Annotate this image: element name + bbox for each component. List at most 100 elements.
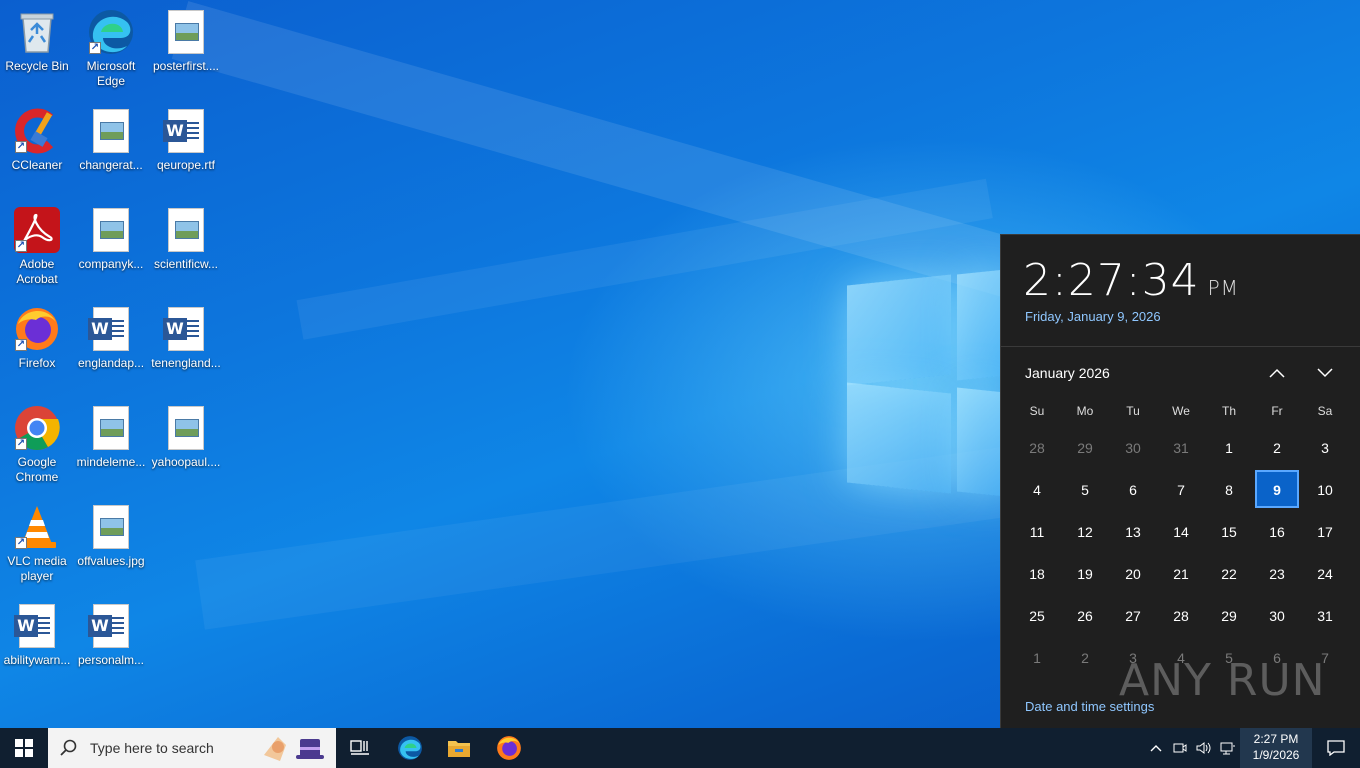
calendar-day[interactable]: 29 xyxy=(1205,595,1253,637)
previous-month-button[interactable] xyxy=(1263,359,1291,387)
desktop-icon-personalm[interactable]: W personalm... xyxy=(74,598,148,690)
date-time-settings-link[interactable]: Date and time settings xyxy=(1025,699,1154,714)
calendar-day-number: 1 xyxy=(1033,650,1041,666)
desktop-icon-mindeleme[interactable]: mindeleme... xyxy=(74,400,148,492)
calendar-day[interactable]: 7 xyxy=(1157,469,1205,511)
calendar-day[interactable]: 22 xyxy=(1205,553,1253,595)
desktop-icon-tenengland[interactable]: W tenengland... xyxy=(149,301,223,393)
taskbar-firefox-button[interactable] xyxy=(485,728,533,768)
calendar-day[interactable]: 13 xyxy=(1109,511,1157,553)
icon-label: englandap... xyxy=(77,356,145,370)
calendar-day[interactable]: 19 xyxy=(1061,553,1109,595)
network-button[interactable] xyxy=(1216,728,1240,768)
calendar-day[interactable]: 1 xyxy=(1205,427,1253,469)
chevron-up-icon xyxy=(1150,745,1162,752)
desktop-icon-offvalues[interactable]: offvalues.jpg xyxy=(74,499,148,591)
calendar-day-number: 26 xyxy=(1077,608,1093,624)
calendar-day[interactable]: 6 xyxy=(1109,469,1157,511)
calendar-day[interactable]: 2 xyxy=(1253,427,1301,469)
calendar-day[interactable]: 31 xyxy=(1157,427,1205,469)
calendar-day[interactable]: 26 xyxy=(1061,595,1109,637)
icon-label: scientificw... xyxy=(153,257,219,271)
desktop-icon-google-chrome[interactable]: ↗ Google Chrome xyxy=(0,400,74,492)
desktop-icon-yahoopaul[interactable]: yahoopaul.... xyxy=(149,400,223,492)
calendar-day-number: 5 xyxy=(1081,482,1089,498)
calendar-day[interactable]: 4 xyxy=(1013,469,1061,511)
taskbar-search-box[interactable]: Type here to search xyxy=(48,728,336,768)
calendar-day[interactable]: 10 xyxy=(1301,469,1349,511)
calendar-day[interactable]: 23 xyxy=(1253,553,1301,595)
meet-now-button[interactable] xyxy=(1168,728,1192,768)
calendar-day[interactable]: 18 xyxy=(1013,553,1061,595)
calendar-day[interactable]: 14 xyxy=(1157,511,1205,553)
calendar-day[interactable]: 3 xyxy=(1301,427,1349,469)
calendar-day-number: 29 xyxy=(1221,608,1237,624)
image-file-icon xyxy=(162,8,210,56)
taskbar-edge-button[interactable] xyxy=(386,728,434,768)
calendar-day-number: 16 xyxy=(1269,524,1285,540)
calendar-day[interactable]: 25 xyxy=(1013,595,1061,637)
weekday-label: We xyxy=(1172,404,1190,418)
calendar-day[interactable]: 11 xyxy=(1013,511,1061,553)
desktop-icon-englandap[interactable]: W englandap... xyxy=(74,301,148,393)
calendar-day[interactable]: 30 xyxy=(1109,427,1157,469)
system-tray: 2:27 PM 1/9/2026 xyxy=(1144,728,1360,768)
calendar-day[interactable]: 2 xyxy=(1061,637,1109,679)
desktop-icon-firefox[interactable]: ↗ Firefox xyxy=(0,301,74,393)
calendar-day[interactable]: 21 xyxy=(1157,553,1205,595)
desktop-icon-posterfirst[interactable]: posterfirst.... xyxy=(149,4,223,96)
calendar-day[interactable]: 5 xyxy=(1061,469,1109,511)
start-button[interactable] xyxy=(0,728,48,768)
calendar-day-number: 22 xyxy=(1221,566,1237,582)
desktop-icon-scientificw[interactable]: scientificw... xyxy=(149,202,223,294)
flyout-long-date[interactable]: Friday, January 9, 2026 xyxy=(1025,309,1161,324)
calendar-day[interactable]: 29 xyxy=(1061,427,1109,469)
calendar-day[interactable]: 27 xyxy=(1109,595,1157,637)
calendar-day-number: 21 xyxy=(1173,566,1189,582)
icon-label: personalm... xyxy=(77,653,145,667)
calendar-day[interactable]: 8 xyxy=(1205,469,1253,511)
calendar-day-number: 23 xyxy=(1269,566,1285,582)
weekday-label: Sa xyxy=(1317,404,1333,418)
windows-start-icon xyxy=(15,739,33,757)
calendar-day-today[interactable]: 9 xyxy=(1253,469,1301,511)
calendar-day[interactable]: 31 xyxy=(1301,595,1349,637)
calendar-day[interactable]: 1 xyxy=(1013,637,1061,679)
desktop-icon-qeurope[interactable]: W qeurope.rtf xyxy=(149,103,223,195)
word-document-icon: W xyxy=(13,602,61,650)
shortcut-arrow-icon: ↗ xyxy=(89,42,101,54)
taskbar-clock[interactable]: 2:27 PM 1/9/2026 xyxy=(1240,728,1312,768)
next-month-button[interactable] xyxy=(1311,359,1339,387)
taskbar-clock-date: 1/9/2026 xyxy=(1252,748,1300,762)
calendar-day[interactable]: 15 xyxy=(1205,511,1253,553)
calendar-day[interactable]: 28 xyxy=(1157,595,1205,637)
volume-button[interactable] xyxy=(1192,728,1216,768)
calendar-day-number: 30 xyxy=(1125,440,1141,456)
calendar-day-number: 29 xyxy=(1077,440,1093,456)
desktop-icon-ccleaner[interactable]: ↗ CCleaner xyxy=(0,103,74,195)
desktop-icon-changerat[interactable]: changerat... xyxy=(74,103,148,195)
desktop-icon-vlc[interactable]: ↗ VLC media player xyxy=(0,499,74,591)
desktop-icon-microsoft-edge[interactable]: ↗ Microsoft Edge xyxy=(74,4,148,96)
action-center-button[interactable] xyxy=(1312,728,1360,768)
calendar-month-title[interactable]: January 2026 xyxy=(1025,365,1110,381)
desktop-icon-adobe-acrobat[interactable]: ↗ Adobe Acrobat xyxy=(0,202,74,294)
calendar-day[interactable]: 17 xyxy=(1301,511,1349,553)
desktop-icon-recycle-bin[interactable]: Recycle Bin xyxy=(0,4,74,96)
calendar-day-number: 28 xyxy=(1173,608,1189,624)
calendar-day[interactable]: 30 xyxy=(1253,595,1301,637)
task-view-button[interactable] xyxy=(336,728,384,768)
task-view-icon xyxy=(350,740,369,755)
calendar-day[interactable]: 28 xyxy=(1013,427,1061,469)
calendar-day[interactable]: 24 xyxy=(1301,553,1349,595)
calendar-day[interactable]: 20 xyxy=(1109,553,1157,595)
taskbar-file-explorer-button[interactable] xyxy=(435,728,483,768)
show-hidden-icons-button[interactable] xyxy=(1144,728,1168,768)
calendar-day-number: 27 xyxy=(1125,608,1141,624)
calendar-day[interactable]: 12 xyxy=(1061,511,1109,553)
weekday-label: Fr xyxy=(1271,404,1283,418)
image-file-icon xyxy=(162,404,210,452)
desktop-icon-companyk[interactable]: companyk... xyxy=(74,202,148,294)
calendar-day[interactable]: 16 xyxy=(1253,511,1301,553)
desktop-icon-abilitywarn[interactable]: W abilitywarn... xyxy=(0,598,74,690)
